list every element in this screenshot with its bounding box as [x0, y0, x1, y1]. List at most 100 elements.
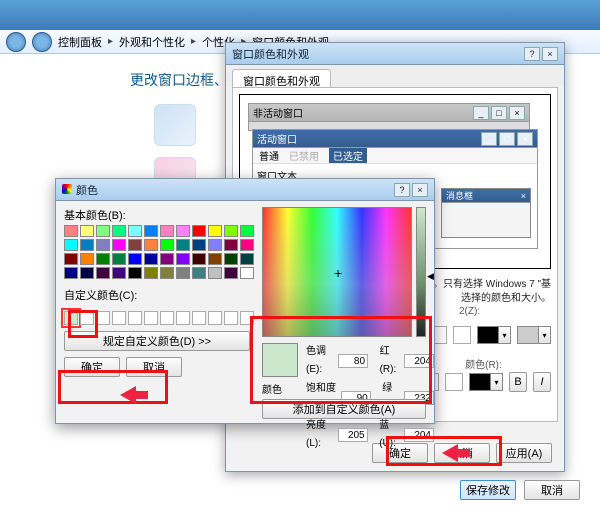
custom-color-slot[interactable] [112, 311, 126, 325]
custom-color-slot[interactable] [80, 311, 94, 325]
basic-color-swatch[interactable] [224, 253, 238, 265]
define-custom-button[interactable]: 规定自定义颜色(D) >> [64, 331, 250, 351]
basic-color-swatch[interactable] [144, 267, 158, 279]
basic-color-swatch[interactable] [144, 239, 158, 251]
window-title: 窗口颜色和外观 [232, 46, 309, 62]
basic-color-swatch[interactable] [224, 267, 238, 279]
basic-color-swatch[interactable] [144, 253, 158, 265]
basic-color-swatch[interactable] [96, 253, 110, 265]
basic-color-swatch[interactable] [208, 239, 222, 251]
basic-color-swatch[interactable] [112, 267, 126, 279]
basic-color-swatch[interactable] [240, 239, 254, 251]
basic-color-swatch[interactable] [176, 225, 190, 237]
basic-color-swatch[interactable] [192, 225, 206, 237]
basic-color-swatch[interactable] [112, 239, 126, 251]
basic-color-swatch[interactable] [80, 267, 94, 279]
basic-color-swatch[interactable] [224, 225, 238, 237]
basic-color-swatch[interactable] [240, 253, 254, 265]
basic-color-swatch[interactable] [80, 253, 94, 265]
color2-button[interactable]: ▾ [517, 326, 551, 344]
color-ok-button[interactable]: 确定 [64, 357, 120, 377]
add-to-custom-button[interactable]: 添加到自定义颜色(A) [262, 399, 426, 419]
basic-color-swatch[interactable] [64, 225, 78, 237]
basic-color-swatch[interactable] [208, 253, 222, 265]
basic-color-swatch[interactable] [160, 267, 174, 279]
font-size-spin[interactable] [445, 373, 463, 391]
forward-button[interactable] [32, 32, 52, 52]
custom-color-slot[interactable] [208, 311, 222, 325]
basic-color-swatch[interactable] [160, 239, 174, 251]
window-titlebar[interactable]: 窗口颜色和外观 ? × [226, 43, 564, 65]
basic-color-swatch[interactable] [128, 239, 142, 251]
preview-inactive-window: 非活动窗口 _□× [248, 103, 530, 131]
custom-color-slot[interactable] [160, 311, 174, 325]
basic-color-swatch[interactable] [192, 253, 206, 265]
basic-color-swatch[interactable] [192, 239, 206, 251]
color-swatch[interactable] [154, 104, 196, 146]
basic-color-swatch[interactable] [176, 239, 190, 251]
custom-color-slot[interactable] [144, 311, 158, 325]
menu-item: 普通 [259, 148, 279, 163]
basic-color-swatch[interactable] [144, 225, 158, 237]
basic-color-swatch[interactable] [160, 225, 174, 237]
font-color-button[interactable]: ▾ [469, 373, 503, 391]
r-input[interactable] [404, 354, 434, 368]
breadcrumb-seg[interactable]: 外观和个性化 [119, 34, 185, 50]
basic-color-swatch[interactable] [176, 253, 190, 265]
basic-color-swatch[interactable] [64, 267, 78, 279]
luminance-slider[interactable] [416, 207, 426, 337]
custom-color-slot[interactable] [128, 311, 142, 325]
bold-button[interactable]: B [509, 372, 527, 392]
r-label: 红(R): [380, 343, 401, 379]
close-icon[interactable]: × [542, 47, 558, 61]
hue-label: 色调(E): [306, 343, 335, 379]
basic-color-swatch[interactable] [128, 225, 142, 237]
sample-label: 颜色 [262, 381, 282, 396]
color-titlebar[interactable]: 颜色 ? × [56, 179, 434, 201]
basic-color-swatch[interactable] [240, 225, 254, 237]
basic-color-swatch[interactable] [96, 239, 110, 251]
basic-color-swatch[interactable] [208, 267, 222, 279]
basic-color-swatch[interactable] [112, 225, 126, 237]
b-input[interactable] [404, 428, 434, 442]
hue-input[interactable] [338, 354, 368, 368]
page-save-row: 保存修改 取消 [460, 480, 580, 500]
save-changes-button[interactable]: 保存修改 [460, 480, 516, 500]
page-cancel-button[interactable]: 取消 [524, 480, 580, 500]
custom-color-slot[interactable] [192, 311, 206, 325]
basic-color-swatch[interactable] [64, 253, 78, 265]
custom-color-slot[interactable] [96, 311, 110, 325]
breadcrumb-seg[interactable]: 控制面板 [58, 34, 102, 50]
help-button[interactable]: ? [394, 183, 410, 197]
back-button[interactable] [6, 32, 26, 52]
italic-button[interactable]: I [533, 372, 551, 392]
basic-color-swatch[interactable] [64, 239, 78, 251]
basic-color-swatch[interactable] [176, 267, 190, 279]
basic-color-swatch[interactable] [80, 239, 94, 251]
basic-color-swatch[interactable] [128, 267, 142, 279]
custom-color-slot[interactable] [176, 311, 190, 325]
apply-button[interactable]: 应用(A) [496, 443, 552, 463]
close-icon: × [521, 191, 526, 201]
basic-color-swatch[interactable] [80, 225, 94, 237]
lum-input[interactable] [338, 428, 368, 442]
basic-color-swatch[interactable] [192, 267, 206, 279]
basic-color-swatch[interactable] [96, 225, 110, 237]
close-icon[interactable]: × [412, 183, 428, 197]
custom-color-slot[interactable] [240, 311, 254, 325]
basic-color-swatch[interactable] [112, 253, 126, 265]
basic-color-swatch[interactable] [128, 253, 142, 265]
basic-color-swatch[interactable] [240, 267, 254, 279]
custom-color-slot[interactable] [64, 311, 78, 325]
size-spin[interactable] [453, 326, 471, 344]
help-button[interactable]: ? [524, 47, 540, 61]
custom-color-slot[interactable] [224, 311, 238, 325]
color-cancel-button[interactable]: 取消 [126, 357, 182, 377]
basic-color-swatch[interactable] [96, 267, 110, 279]
basic-color-swatch[interactable] [208, 225, 222, 237]
color1-button[interactable]: ▾ [477, 326, 511, 344]
basic-color-swatch[interactable] [224, 239, 238, 251]
annotation-arrow-icon [120, 386, 136, 404]
lum-label: 亮度(L): [306, 417, 335, 453]
basic-color-swatch[interactable] [160, 253, 174, 265]
